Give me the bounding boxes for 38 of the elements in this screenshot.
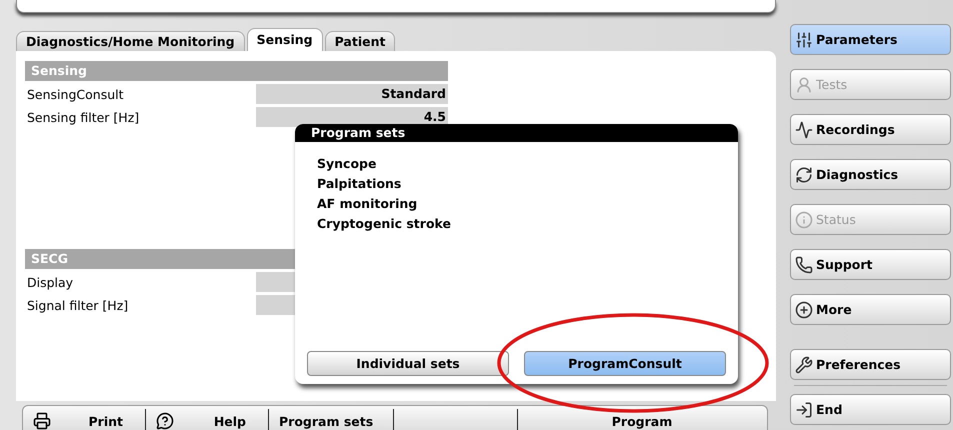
toolbar-button[interactable]: Program sets	[269, 409, 394, 430]
program-set-item[interactable]: Cryptogenic stroke	[317, 216, 451, 231]
tab[interactable]: Diagnostics/Home Monitoring	[16, 31, 245, 51]
parameter-label: Display	[26, 274, 74, 290]
help-button[interactable]: Help	[146, 409, 269, 430]
exit-icon	[795, 400, 813, 418]
print-button[interactable]: Print	[23, 409, 146, 430]
sliders-icon	[795, 30, 813, 48]
nav-button[interactable]: More	[790, 294, 951, 325]
program-set-item[interactable]: Palpitations	[317, 176, 402, 191]
dialog-button[interactable]: Individual sets	[307, 351, 509, 376]
info-icon	[795, 210, 813, 228]
tab[interactable]: Sensing	[246, 28, 323, 51]
tab[interactable]: Patient	[324, 31, 396, 51]
parameter-value[interactable]: Standard	[256, 84, 448, 104]
toolbar-button[interactable]: Program	[518, 409, 766, 430]
dialog-title: Program sets	[295, 124, 738, 142]
cycle-arrows-icon	[795, 166, 813, 184]
parameter-label: Sensing filter [Hz]	[26, 110, 140, 124]
person-icon	[795, 76, 813, 94]
plus-icon	[795, 300, 813, 318]
nav-button[interactable]: Recordings	[790, 114, 951, 145]
help-icon	[156, 412, 174, 430]
nav-button[interactable]: End	[790, 394, 951, 425]
phone-icon	[795, 256, 813, 274]
program-set-item[interactable]: Syncope	[317, 156, 376, 171]
parameter-label: SensingConsult	[26, 86, 124, 102]
wrench-icon	[795, 356, 813, 374]
nav-button[interactable]: Preferences	[790, 349, 951, 380]
nav-button[interactable]: Parameters	[790, 24, 951, 55]
program-set-item[interactable]: AF monitoring	[317, 196, 418, 211]
section-header: Sensing	[25, 61, 448, 81]
nav-button[interactable]: Diagnostics	[790, 159, 951, 190]
printer-icon	[33, 412, 51, 430]
waveform-icon	[795, 120, 813, 138]
nav-button[interactable]: Support	[790, 249, 951, 280]
parameter-label: Signal filter [Hz]	[26, 298, 128, 312]
dialog-button[interactable]: ProgramConsult	[524, 351, 726, 376]
